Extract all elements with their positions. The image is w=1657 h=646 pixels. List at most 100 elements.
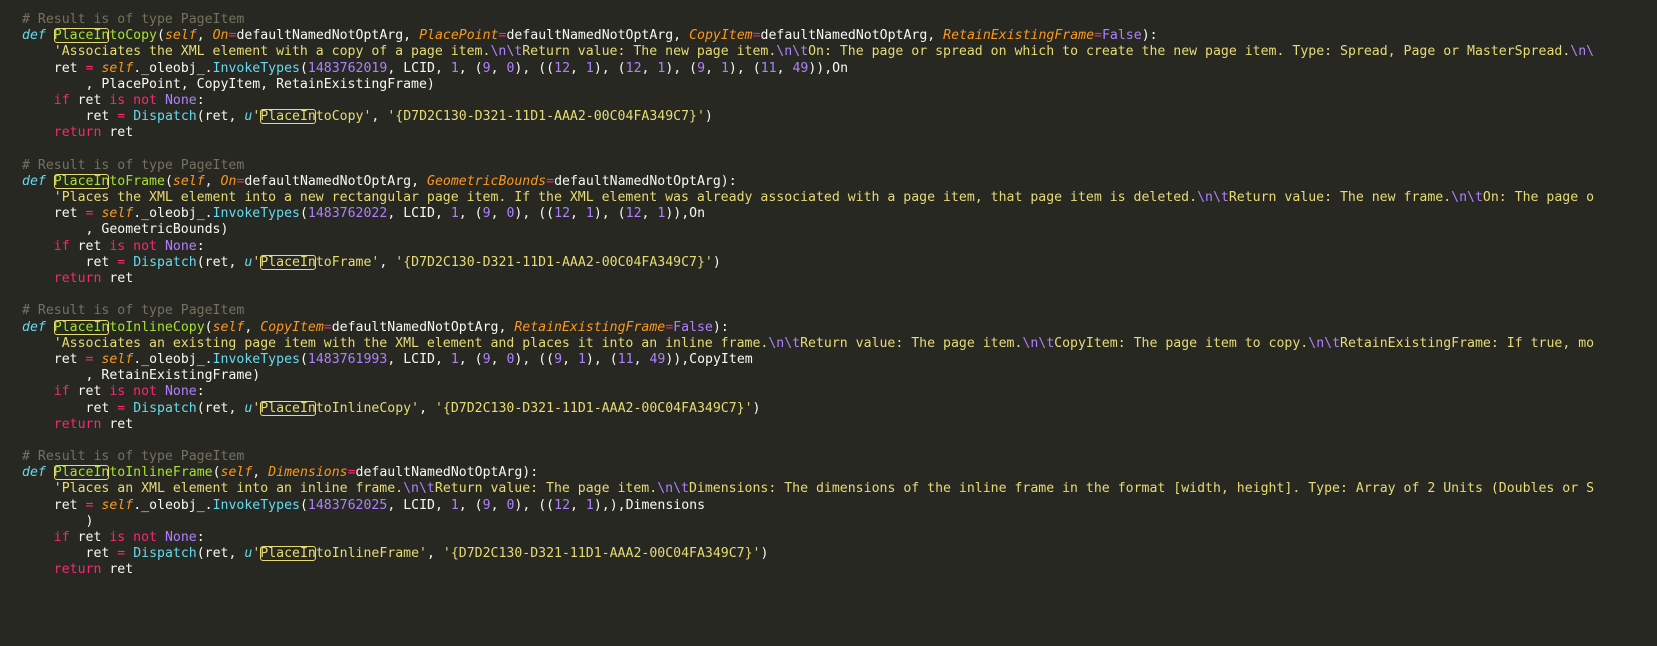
code-line[interactable]: def PlaceIntoFrame(self, On=defaultNamed… <box>22 173 1657 190</box>
code-token: , <box>562 351 578 367</box>
code-token: 11 <box>760 60 777 76</box>
code-token: 9 <box>482 497 491 513</box>
code-token: is not <box>109 92 157 108</box>
code-token: ( <box>164 173 173 189</box>
code-line[interactable]: if ret is not None: <box>22 530 1657 546</box>
code-token: \n\ <box>1570 44 1595 60</box>
code-token: , PlacePoint, CopyItem, RetainExistingFr… <box>22 76 435 92</box>
code-token: None <box>164 92 197 108</box>
code-line[interactable]: 'Associates an existing page item with t… <box>22 336 1657 352</box>
code-token: 12 <box>554 206 571 222</box>
code-editor[interactable]: # Result is of type PageItem def PlaceInt… <box>22 12 1657 579</box>
code-line[interactable]: def PlaceIntoInlineCopy(self, CopyItem=d… <box>22 319 1657 336</box>
code-token: self <box>101 497 134 513</box>
code-line[interactable]: ret = self._oleobj_.InvokeTypes(14837620… <box>22 61 1657 77</box>
code-line[interactable]: ret = Dispatch(ret, u'PlaceIntoInlineCop… <box>22 400 1657 417</box>
code-token: defaultNamedNotOptArg): <box>554 173 737 189</box>
code-line[interactable]: return ret <box>22 125 1657 141</box>
code-line[interactable]: 'Places the XML element into a new recta… <box>22 190 1657 206</box>
code-line[interactable]: 'Places an XML element into an inline fr… <box>22 481 1657 497</box>
code-line[interactable]: ret = Dispatch(ret, u'PlaceIntoInlineFra… <box>22 546 1657 562</box>
code-token: 1 <box>585 206 594 222</box>
code-line[interactable] <box>22 142 1657 158</box>
code-token: On <box>220 173 237 189</box>
code-token: self <box>220 465 253 481</box>
code-line[interactable]: ret = Dispatch(ret, u'PlaceIntoCopy', '{… <box>22 109 1657 125</box>
code-token: def <box>22 465 46 481</box>
code-token: 9 <box>482 351 491 367</box>
search-match-highlight: PlaceIn <box>53 28 110 44</box>
code-token: InvokeTypes <box>212 497 300 513</box>
code-token: ) <box>704 109 713 125</box>
code-line[interactable]: # Result is of type PageItem <box>22 12 1657 28</box>
code-token: 1 <box>450 351 459 367</box>
code-token: ret <box>22 546 118 562</box>
code-token: On: The page or spread on which to creat… <box>808 44 1571 60</box>
code-token: 12 <box>554 497 571 513</box>
code-token: )),On <box>808 60 849 76</box>
code-line[interactable]: ret = self._oleobj_.InvokeTypes(14837619… <box>22 352 1657 368</box>
code-token: On <box>212 28 229 44</box>
code-line[interactable]: 'Associates the XML element with a copy … <box>22 44 1657 60</box>
code-token: ._oleobj_. <box>133 60 213 76</box>
code-line[interactable]: return ret <box>22 562 1657 578</box>
code-line[interactable]: , GeometricBounds) <box>22 222 1657 238</box>
code-token: # Result is of type PageItem <box>22 449 245 465</box>
code-line[interactable]: return ret <box>22 417 1657 433</box>
code-line[interactable]: ret = self._oleobj_.InvokeTypes(14837620… <box>22 206 1657 222</box>
code-token: ._oleobj_. <box>133 351 213 367</box>
code-token: toInlineCopy <box>109 319 205 335</box>
code-token: = <box>347 465 356 481</box>
code-token: ) <box>752 400 761 416</box>
code-token: , ( <box>458 60 483 76</box>
code-line[interactable]: if ret is not None: <box>22 384 1657 400</box>
code-token: \n\t <box>490 44 523 60</box>
code-token: toInlineCopy' <box>315 400 420 416</box>
code-token: if <box>53 238 70 254</box>
code-line[interactable]: ) <box>22 514 1657 530</box>
code-line[interactable]: , PlacePoint, CopyItem, RetainExistingFr… <box>22 77 1657 93</box>
code-line[interactable]: return ret <box>22 271 1657 287</box>
code-token: : <box>196 530 205 545</box>
code-token: # Result is of type PageItem <box>22 12 245 27</box>
code-line[interactable]: , RetainExistingFrame) <box>22 368 1657 384</box>
code-line[interactable]: def PlaceIntoInlineFrame(self, Dimension… <box>22 465 1657 481</box>
code-token: , <box>641 206 658 222</box>
code-line[interactable] <box>22 287 1657 303</box>
code-token: 12 <box>554 60 571 76</box>
code-line[interactable]: # Result is of type PageItem <box>22 158 1657 174</box>
code-token: CopyItem <box>689 28 753 44</box>
code-token: ret <box>22 60 86 76</box>
code-line[interactable]: if ret is not None: <box>22 239 1657 255</box>
code-token: ), ( <box>593 206 626 222</box>
code-token: return <box>53 125 102 141</box>
code-token: , <box>570 60 586 76</box>
code-line[interactable] <box>22 433 1657 449</box>
code-token: InvokeTypes <box>212 351 300 367</box>
code-token: Dispatch <box>133 400 197 416</box>
code-token: ._oleobj_. <box>133 206 213 222</box>
code-line[interactable]: if ret is not None: <box>22 93 1657 109</box>
code-line[interactable]: # Result is of type PageItem <box>22 449 1657 465</box>
code-line[interactable]: ret = Dispatch(ret, u'PlaceIntoFrame', '… <box>22 254 1657 271</box>
code-token: defaultNamedNotOptArg, <box>236 28 420 44</box>
code-token: 9 <box>482 206 491 222</box>
code-line[interactable]: ret = self._oleobj_.InvokeTypes(14837620… <box>22 498 1657 514</box>
code-token: '{D7D2C130-D321-11D1-AAA2-00C04FA349C7}' <box>395 254 713 270</box>
code-token: ),),Dimensions <box>593 497 706 513</box>
code-line[interactable]: def PlaceIntoCopy(self, On=defaultNamedN… <box>22 28 1657 44</box>
code-token: 9 <box>554 351 563 367</box>
code-token: 49 <box>792 60 809 76</box>
code-token: , <box>490 351 507 367</box>
code-token: toFrame <box>109 173 165 189</box>
code-line[interactable]: # Result is of type PageItem <box>22 303 1657 319</box>
code-token: RetainExistingFrame <box>943 28 1095 44</box>
code-token: ), (( <box>514 351 555 367</box>
code-token: (ret, <box>196 400 245 416</box>
search-match-highlight: PlaceIn <box>53 465 110 481</box>
code-token: None <box>164 384 197 400</box>
